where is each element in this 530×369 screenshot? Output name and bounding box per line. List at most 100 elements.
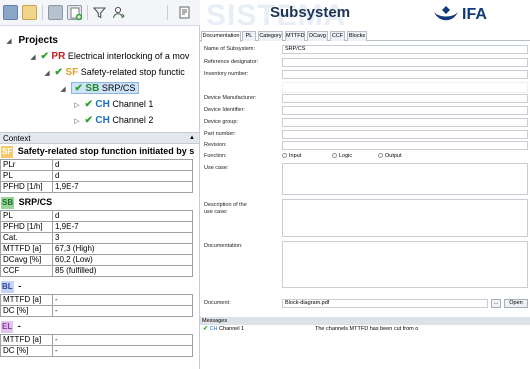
context-bl-header: BL - bbox=[0, 279, 200, 294]
expand-icon[interactable]: ◢ bbox=[4, 34, 14, 50]
context-el-table: MTTFD [a] - DC [%] - bbox=[0, 334, 193, 357]
tree-item-channel-1[interactable]: ▷ ✔ CH Channel 1 bbox=[72, 96, 153, 112]
notes-area[interactable] bbox=[282, 82, 528, 93]
part-label: Part number: bbox=[204, 131, 236, 137]
group-label: Device group: bbox=[204, 119, 238, 125]
table-key: MTTFD [a] bbox=[0, 243, 53, 255]
manufacturer-field[interactable] bbox=[282, 94, 528, 103]
message-row[interactable]: ✔ CH Channel 1 The channels MTTFD has be… bbox=[200, 325, 530, 333]
table-value: 1,9E-7 bbox=[52, 181, 193, 193]
table-row: DC [%] - bbox=[0, 305, 193, 317]
tree-item-subsystem[interactable]: ◢ ✔ SB SRP/CS bbox=[58, 80, 140, 98]
ifa-logo-icon bbox=[434, 6, 458, 21]
new-project-icon[interactable] bbox=[3, 5, 18, 20]
table-key: DC [%] bbox=[0, 305, 53, 317]
open-project-icon[interactable] bbox=[22, 5, 37, 20]
radio-input[interactable]: Input bbox=[282, 153, 301, 160]
tab-dcavg[interactable]: DCavg bbox=[307, 31, 328, 41]
context-sf-table: PLr d PL d PFHD [1/h] 1,9E-7 bbox=[0, 159, 193, 193]
table-value: 60,2 (Low) bbox=[52, 254, 193, 266]
usecase-field[interactable] bbox=[282, 163, 528, 195]
tree-root[interactable]: ◢ Projects bbox=[4, 32, 58, 48]
context-el-label: - bbox=[17, 321, 21, 331]
tab-documentation[interactable]: Documentation bbox=[201, 31, 241, 42]
sb-badge: SB bbox=[1, 196, 15, 209]
inventory-field[interactable] bbox=[282, 70, 528, 79]
name-label: Name of Subsystem: bbox=[204, 46, 256, 52]
open-button[interactable]: Open bbox=[504, 299, 528, 308]
table-key: PL bbox=[0, 210, 53, 222]
table-value: 67,3 (High) bbox=[52, 243, 193, 255]
page-title: Subsystem bbox=[270, 4, 351, 21]
table-key: PLr bbox=[0, 159, 53, 171]
pr-tag: PR bbox=[51, 51, 66, 62]
browse-button[interactable]: ... bbox=[491, 299, 501, 308]
reference-field[interactable] bbox=[282, 58, 528, 67]
radio-output[interactable]: Output bbox=[378, 153, 402, 160]
context-bl-table: MTTFD [a] - DC [%] - bbox=[0, 294, 193, 317]
filter-icon[interactable] bbox=[92, 5, 107, 20]
description-label-line-2: use case: bbox=[204, 209, 228, 215]
description-label-line-1: Description of the bbox=[204, 202, 247, 208]
expand-icon[interactable]: ◢ bbox=[58, 82, 68, 98]
sf-badge: SF bbox=[1, 145, 14, 158]
radio-logic[interactable]: Logic bbox=[332, 153, 352, 160]
tree-item-channel-2[interactable]: ▷ ✔ CH Channel 2 bbox=[72, 112, 153, 128]
table-row: MTTFD [a] - bbox=[0, 334, 193, 346]
radio-dot[interactable] bbox=[282, 153, 287, 159]
context-sb-label: SRP/CS bbox=[18, 197, 53, 207]
ch-tag: CH bbox=[95, 99, 110, 110]
bl-badge: BL bbox=[1, 280, 14, 293]
context-sf-header: SF Safety-related stop function initiate… bbox=[0, 144, 200, 159]
part-field[interactable] bbox=[282, 130, 528, 139]
tab-category[interactable]: Category bbox=[258, 31, 283, 41]
document-field[interactable]: Block-diagram.pdf bbox=[282, 299, 488, 308]
report-icon[interactable] bbox=[177, 5, 192, 20]
radio-dot[interactable] bbox=[332, 153, 337, 159]
table-value: d bbox=[52, 170, 193, 182]
revision-field[interactable] bbox=[282, 141, 528, 150]
check-icon: ✔ bbox=[203, 326, 209, 332]
toolbar bbox=[0, 0, 200, 26]
collapsed-icon[interactable]: ▷ bbox=[72, 114, 82, 130]
tab-mttfd[interactable]: MTTFD bbox=[285, 31, 305, 41]
sf-tag: SF bbox=[65, 67, 79, 78]
documentation-field[interactable] bbox=[282, 241, 528, 288]
radio-label: Input bbox=[289, 153, 302, 159]
editor-header: SISTEMA Subsystem IFA bbox=[200, 0, 530, 32]
context-panel: SF Safety-related stop function initiate… bbox=[0, 144, 200, 369]
table-value: d bbox=[52, 210, 193, 222]
usecase-label: Use case: bbox=[204, 165, 229, 171]
revision-label: Revision: bbox=[204, 142, 227, 148]
name-field[interactable]: SRP/CS bbox=[282, 45, 528, 54]
messages-list bbox=[200, 333, 530, 369]
table-row: DC [%] - bbox=[0, 345, 193, 357]
collapse-up-icon[interactable]: ▲ bbox=[189, 133, 195, 144]
description-field[interactable] bbox=[282, 199, 528, 237]
tab-blocks[interactable]: Blocks bbox=[347, 31, 367, 41]
tree-item-label: Channel 2 bbox=[112, 115, 154, 125]
selected-tree-item[interactable]: ✔ SB SRP/CS bbox=[70, 82, 140, 94]
user-icon[interactable] bbox=[111, 5, 126, 20]
table-row: PFHD [1/h] 1,9E-7 bbox=[0, 181, 193, 193]
radio-dot[interactable] bbox=[378, 153, 383, 159]
function-label: Function: bbox=[204, 153, 227, 159]
tab-pl[interactable]: PL bbox=[242, 31, 256, 41]
tree-item-label: Electrical interlocking of a mov bbox=[67, 51, 190, 61]
expand-icon[interactable]: ◢ bbox=[42, 66, 52, 82]
reference-label: Reference designator: bbox=[204, 59, 259, 65]
tree-item-project[interactable]: ◢ ✔ PR Electrical interlocking of a mov bbox=[28, 48, 189, 64]
radio-label: Logic bbox=[339, 153, 353, 159]
tab-ccf[interactable]: CCF bbox=[330, 31, 345, 41]
table-row: MTTFD [a] 67,3 (High) bbox=[0, 243, 193, 255]
add-element-icon[interactable] bbox=[67, 5, 83, 21]
group-field[interactable] bbox=[282, 118, 528, 127]
tree-item-label: SRP/CS bbox=[101, 83, 136, 93]
tree-item-safety-function[interactable]: ◢ ✔ SF Safety-related stop functic bbox=[42, 64, 184, 82]
expand-icon[interactable]: ◢ bbox=[28, 50, 38, 66]
library-icon[interactable] bbox=[48, 5, 63, 20]
ch-tag: CH bbox=[95, 115, 110, 126]
table-key: DC [%] bbox=[0, 345, 53, 357]
radio-label: Output bbox=[385, 153, 402, 159]
identifier-field[interactable] bbox=[282, 106, 528, 115]
